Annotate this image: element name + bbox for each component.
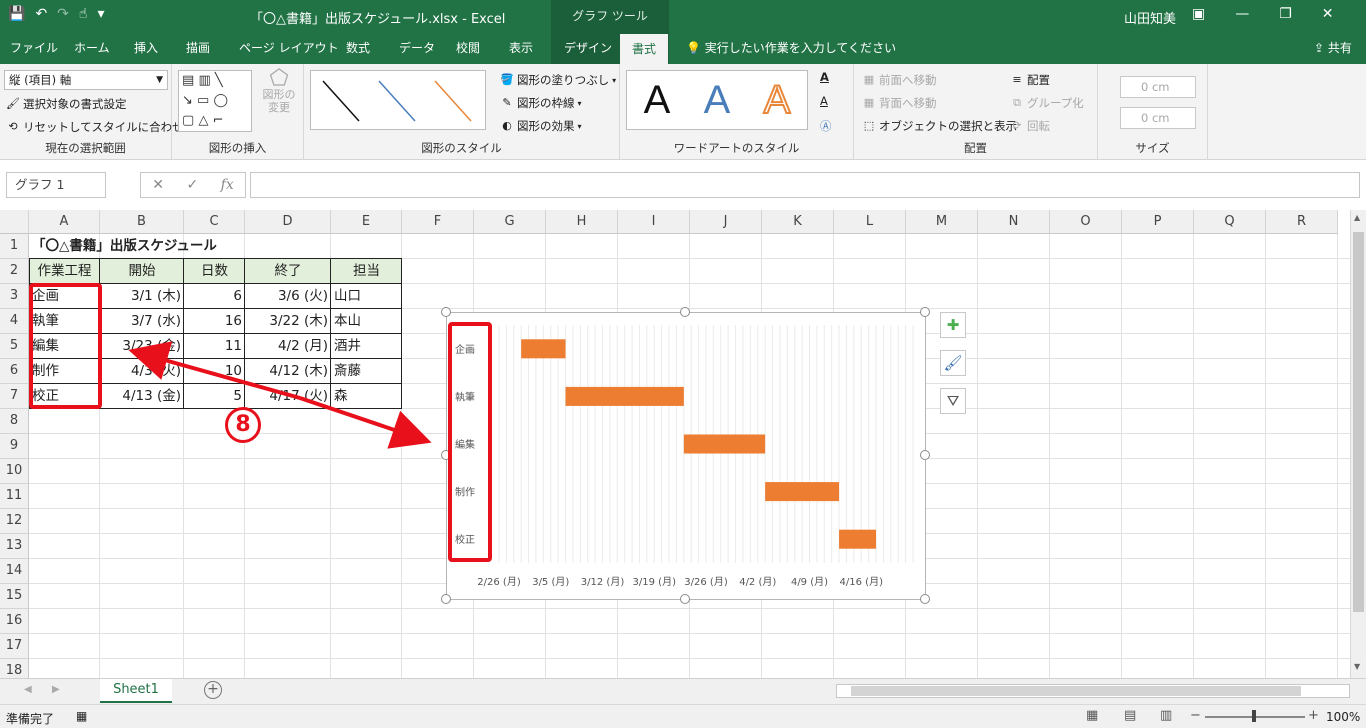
macro-record-icon[interactable]: ▦: [76, 709, 87, 723]
new-sheet-icon[interactable]: +: [204, 681, 222, 699]
annotation-arrow-layer: [128, 341, 432, 449]
status-bar: 準備完了 ▦ ▦ ▤ ▥ − + 100%: [0, 704, 1366, 728]
normal-view-icon[interactable]: ▦: [1086, 708, 1098, 723]
status-ready: 準備完了: [6, 712, 55, 726]
step-number-badge: 8: [225, 407, 261, 443]
next-sheet-icon[interactable]: ▶: [52, 684, 60, 695]
zoom-level[interactable]: 100%: [1326, 710, 1360, 724]
page-layout-view-icon[interactable]: ▤: [1124, 708, 1136, 723]
sheet-tab-bar: ◀ ▶ Sheet1 +: [0, 678, 1366, 704]
h-scroll-thumb[interactable]: [851, 686, 1301, 696]
arrow-to-sheet: [128, 341, 301, 400]
zoom-in-icon[interactable]: +: [1308, 708, 1319, 723]
horizontal-scrollbar[interactable]: [836, 684, 1350, 698]
zoom-slider-thumb[interactable]: [1252, 710, 1256, 722]
sheet-tab-sheet1[interactable]: Sheet1: [100, 679, 172, 703]
arrow-to-chart: [299, 396, 432, 449]
prev-sheet-icon[interactable]: ◀: [24, 684, 32, 695]
zoom-out-icon[interactable]: −: [1190, 708, 1201, 723]
page-break-view-icon[interactable]: ▥: [1160, 708, 1172, 723]
